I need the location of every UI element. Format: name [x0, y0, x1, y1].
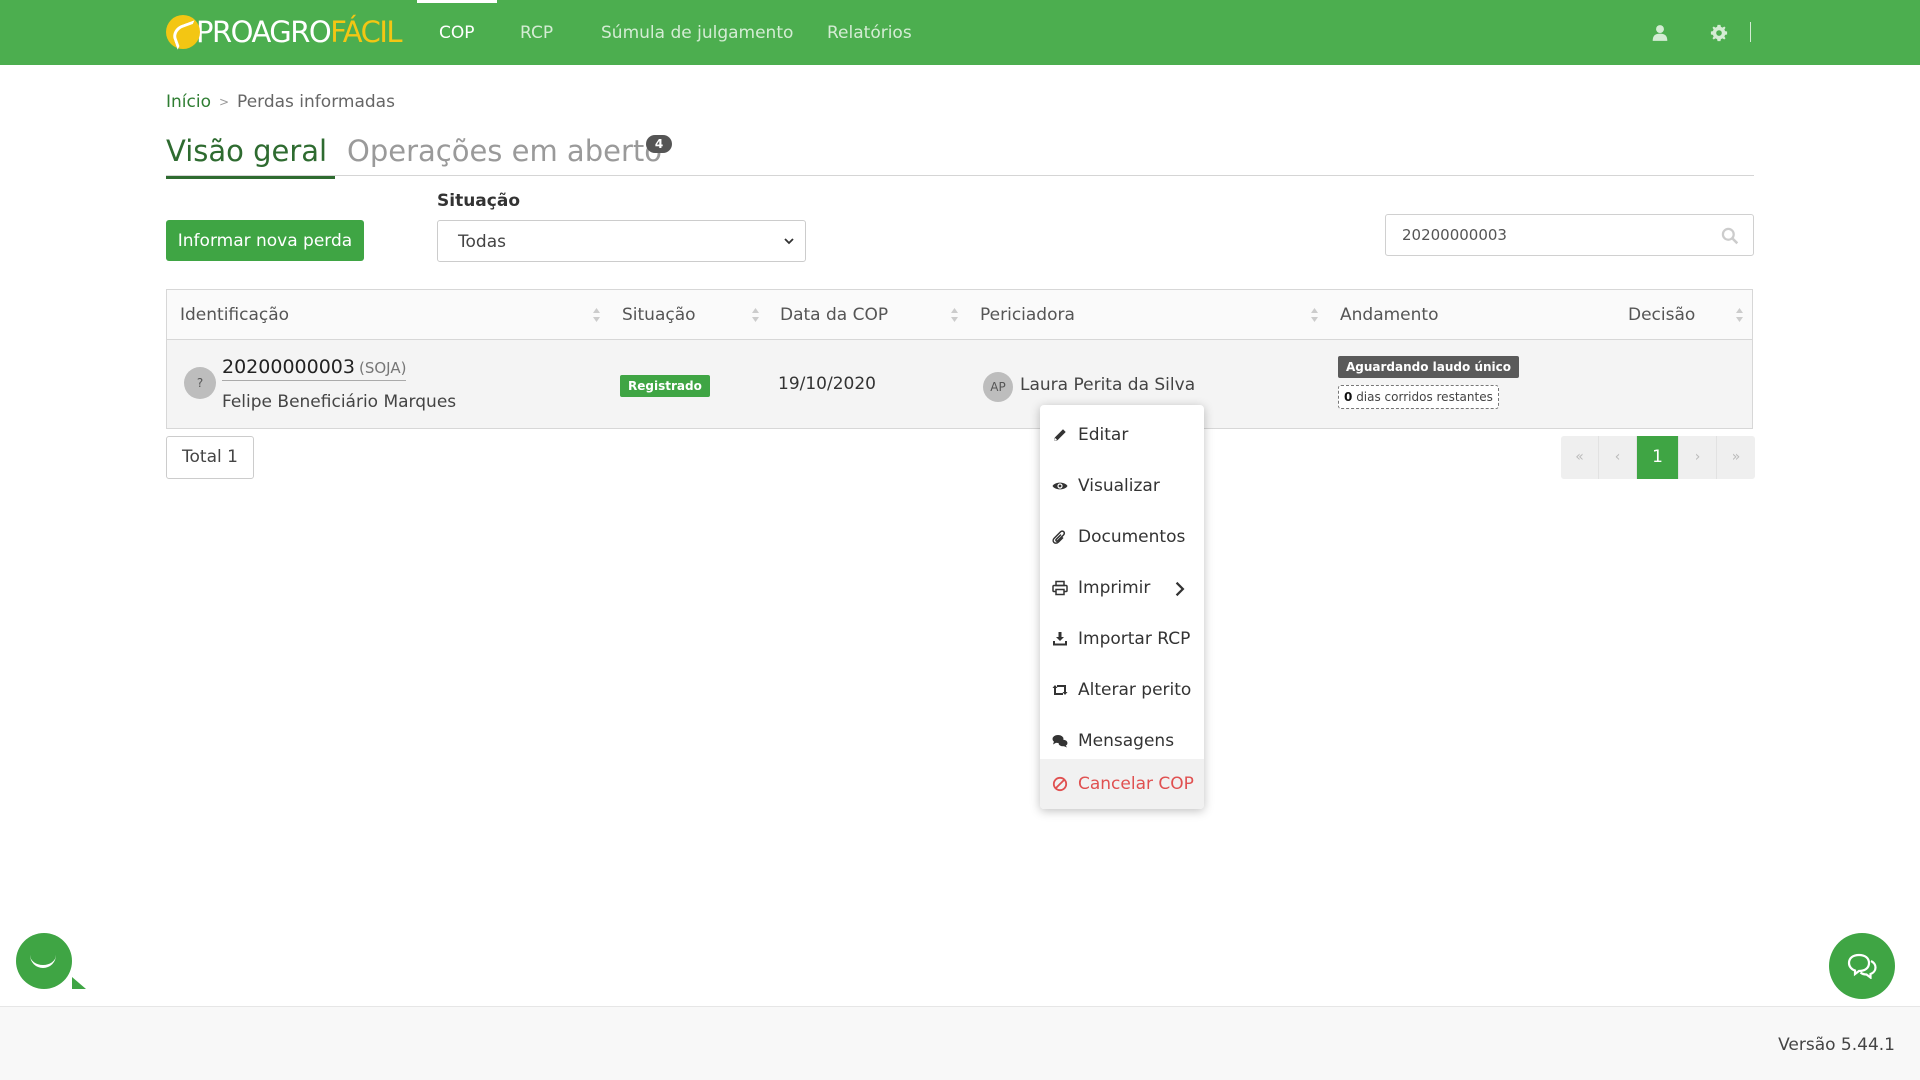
column-header-periciadora[interactable]: Periciadora — [980, 305, 1075, 325]
user-icon[interactable] — [1651, 24, 1669, 42]
paperclip-icon — [1052, 530, 1066, 544]
footer: Versão 5.44.1 — [0, 1006, 1920, 1080]
page-next-button[interactable]: › — [1679, 436, 1717, 479]
search-input[interactable] — [1402, 224, 1702, 246]
comments-icon — [1052, 735, 1068, 748]
chevron-right-icon — [1175, 581, 1185, 597]
table-header: Identificação Situação Data da COP Peric… — [167, 290, 1752, 340]
column-header-identificacao[interactable]: Identificação — [180, 305, 289, 325]
nav-item-cop[interactable]: COP — [417, 0, 496, 65]
gear-icon[interactable] — [1710, 24, 1728, 42]
status-filter-label: Situação — [437, 191, 520, 211]
nav-item-sumula[interactable]: Súmula de julgamento — [601, 0, 793, 65]
retweet-icon — [1052, 685, 1068, 695]
chat-widget-button[interactable] — [16, 933, 86, 989]
status-filter-select[interactable]: Todas — [437, 220, 806, 262]
total-count: Total 1 — [166, 436, 254, 479]
logo-mark-icon — [166, 15, 200, 49]
sort-icon[interactable] — [1310, 307, 1319, 323]
logo-text: PROAGROFÁCIL — [196, 15, 403, 49]
pagination: « ‹ 1 › » — [1561, 436, 1755, 479]
menu-item-importar-rcp[interactable]: Importar RCP — [1040, 614, 1204, 664]
chat-bubble-tail — [72, 977, 86, 989]
column-header-data-cop[interactable]: Data da COP — [780, 305, 888, 325]
printer-icon — [1052, 580, 1068, 596]
days-remaining-badge: 0 dias corridos restantes — [1338, 385, 1499, 409]
menu-item-imprimir[interactable]: Imprimir — [1040, 563, 1204, 613]
row-context-menu: Editar Visualizar Documentos Imprimir Im… — [1040, 405, 1204, 809]
breadcrumb-home[interactable]: Início — [166, 92, 211, 112]
sort-icon[interactable] — [1735, 307, 1744, 323]
tabs: Visão geral Operações em aberto 4 — [166, 128, 1754, 179]
column-header-andamento: Andamento — [1340, 305, 1439, 325]
breadcrumb-separator: > — [218, 95, 230, 109]
logo[interactable]: PROAGROFÁCIL — [166, 10, 403, 54]
perito-avatar: AP — [983, 372, 1013, 402]
page-prev-button[interactable]: ‹ — [1599, 436, 1637, 479]
tab-open-operations[interactable]: Operações em aberto — [347, 134, 662, 168]
page-first-button[interactable]: « — [1561, 436, 1599, 479]
search-icon[interactable] — [1721, 227, 1739, 245]
tab-overview[interactable]: Visão geral — [166, 134, 336, 179]
status-filter-value: Todas — [458, 232, 506, 252]
status-badge: Registrado — [620, 375, 710, 397]
nav-item-rcp[interactable]: RCP — [520, 0, 553, 65]
menu-item-documentos[interactable]: Documentos — [1040, 512, 1204, 562]
perito-name[interactable]: Laura Perita da Silva — [1020, 375, 1195, 395]
column-header-situacao[interactable]: Situação — [622, 305, 696, 325]
top-navbar: PROAGROFÁCIL COP RCP Súmula de julgament… — [0, 0, 1920, 65]
menu-item-alterar-perito[interactable]: Alterar perito — [1040, 665, 1204, 715]
breadcrumb: Início > Perdas informadas — [166, 92, 395, 112]
search-box — [1385, 214, 1754, 256]
chevron-down-icon — [784, 238, 794, 245]
unknown-avatar: ? — [184, 367, 216, 399]
page-1-button[interactable]: 1 — [1637, 436, 1679, 479]
sort-icon[interactable] — [950, 307, 959, 323]
beneficiary-name: Felipe Beneficiário Marques — [222, 392, 457, 412]
progress-badge: Aguardando laudo único — [1338, 356, 1519, 378]
menu-item-editar[interactable]: Editar — [1040, 410, 1204, 460]
losses-table: Identificação Situação Data da COP Peric… — [166, 289, 1753, 429]
crop-label: (SOJA) — [358, 359, 407, 377]
menu-item-cancelar-cop[interactable]: Cancelar COP — [1040, 759, 1204, 809]
column-header-decisao[interactable]: Decisão — [1628, 305, 1695, 325]
operation-id-link[interactable]: 20200000003 (SOJA) — [222, 356, 407, 381]
menu-item-visualizar[interactable]: Visualizar — [1040, 461, 1204, 511]
download-icon — [1053, 632, 1067, 646]
cop-date: 19/10/2020 — [778, 374, 876, 394]
ban-icon — [1052, 776, 1068, 792]
sort-icon[interactable] — [751, 307, 760, 323]
table-row[interactable]: ? 20200000003 (SOJA) Felipe Beneficiário … — [167, 340, 1752, 428]
open-operations-count-badge: 4 — [646, 135, 672, 153]
pencil-icon — [1054, 429, 1066, 441]
nav-divider — [1750, 22, 1751, 42]
comments-icon — [1847, 953, 1877, 979]
new-loss-button[interactable]: Informar nova perda — [166, 220, 364, 261]
app-version: Versão 5.44.1 — [1778, 1035, 1895, 1055]
messages-button[interactable] — [1829, 933, 1895, 999]
eye-icon — [1052, 482, 1068, 490]
breadcrumb-current: Perdas informadas — [237, 92, 395, 112]
page-last-button[interactable]: » — [1717, 436, 1755, 479]
nav-item-relatorios[interactable]: Relatórios — [827, 0, 912, 65]
sort-icon[interactable] — [592, 307, 601, 323]
